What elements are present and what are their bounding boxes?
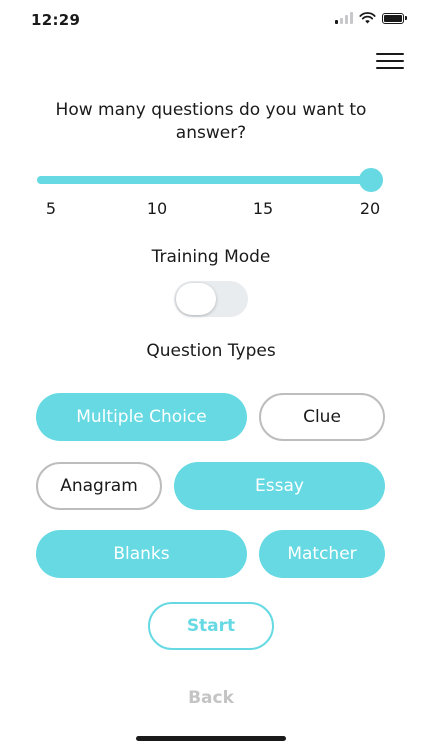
question-type-multiple-choice[interactable]: Multiple Choice <box>36 393 247 441</box>
training-mode-heading: Training Mode <box>151 247 271 267</box>
quiz-setup-screen: 12:29 How many questions do you want to … <box>0 0 422 750</box>
slider-tick-15: 15 <box>252 199 274 218</box>
wifi-icon <box>359 12 376 24</box>
question-count-slider[interactable] <box>37 168 383 192</box>
training-mode-toggle[interactable] <box>174 281 248 317</box>
toggle-knob <box>176 283 216 315</box>
question-type-matcher[interactable]: Matcher <box>259 530 385 578</box>
slider-fill <box>37 176 371 184</box>
question-type-blanks[interactable]: Blanks <box>36 530 247 578</box>
question-types-heading: Question Types <box>146 341 276 361</box>
home-indicator <box>136 736 286 741</box>
question-count-heading: How many questions do you want to answer… <box>55 100 367 143</box>
battery-icon <box>382 12 407 24</box>
back-button[interactable]: Back <box>0 688 422 708</box>
status-icons <box>335 12 407 24</box>
question-type-anagram[interactable]: Anagram <box>36 462 162 510</box>
slider-tick-5: 5 <box>45 199 57 218</box>
signal-icon <box>335 12 353 24</box>
question-type-clue[interactable]: Clue <box>259 393 385 441</box>
slider-tick-20: 20 <box>359 199 381 218</box>
start-button[interactable]: Start <box>148 602 274 650</box>
slider-thumb[interactable] <box>359 168 383 192</box>
hamburger-menu-icon[interactable] <box>376 50 404 72</box>
question-type-essay[interactable]: Essay <box>174 462 385 510</box>
slider-tick-10: 10 <box>146 199 168 218</box>
status-time: 12:29 <box>31 11 81 29</box>
